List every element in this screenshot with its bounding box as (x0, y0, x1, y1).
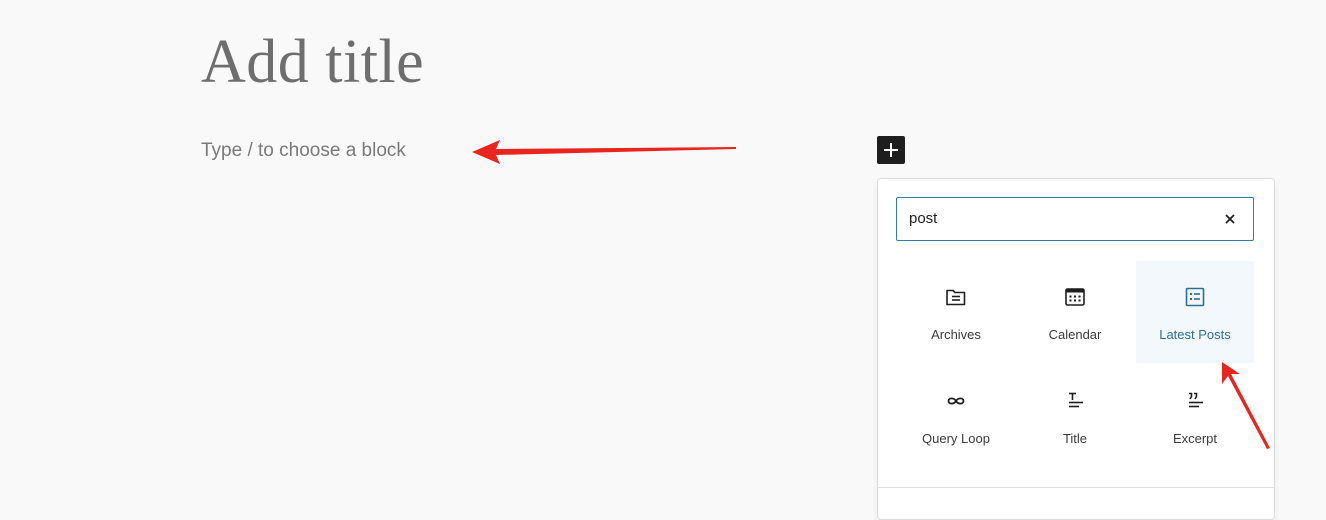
block-item-latest-posts[interactable]: Latest Posts (1136, 261, 1254, 363)
popover-divider (878, 487, 1274, 488)
query-loop-icon (944, 389, 968, 413)
block-item-label: Title (1062, 431, 1088, 446)
block-item-label: Latest Posts (1159, 327, 1231, 342)
block-item-excerpt[interactable]: Excerpt (1136, 365, 1254, 467)
close-icon (1225, 214, 1235, 224)
block-item-calendar[interactable]: Calendar (1016, 261, 1134, 363)
post-excerpt-icon (1183, 389, 1207, 413)
post-title-icon (1063, 389, 1087, 413)
plus-icon (884, 143, 898, 157)
block-item-label: Excerpt (1172, 431, 1218, 446)
block-placeholder[interactable]: Type / to choose a block (201, 138, 406, 164)
calendar-icon (1063, 285, 1087, 309)
archives-icon (944, 285, 968, 309)
latest-posts-icon (1183, 285, 1207, 309)
block-item-label: Archives (931, 327, 981, 342)
annotation-arrow-left (472, 140, 736, 164)
block-search-box (896, 197, 1254, 241)
block-search-input[interactable] (909, 198, 1209, 239)
block-inserter-popover: Archives Calendar (877, 178, 1275, 520)
block-item-title[interactable]: Title (1016, 365, 1134, 467)
block-item-label: Query Loop (922, 431, 990, 446)
post-title-input[interactable]: Add title (201, 24, 424, 100)
block-item-archives[interactable]: Archives (897, 261, 1015, 363)
inserter-toggle-button[interactable] (877, 136, 905, 164)
block-item-label: Calendar (1048, 327, 1102, 342)
block-item-query-loop[interactable]: Query Loop (897, 365, 1015, 467)
search-clear-button[interactable] (1219, 208, 1241, 230)
